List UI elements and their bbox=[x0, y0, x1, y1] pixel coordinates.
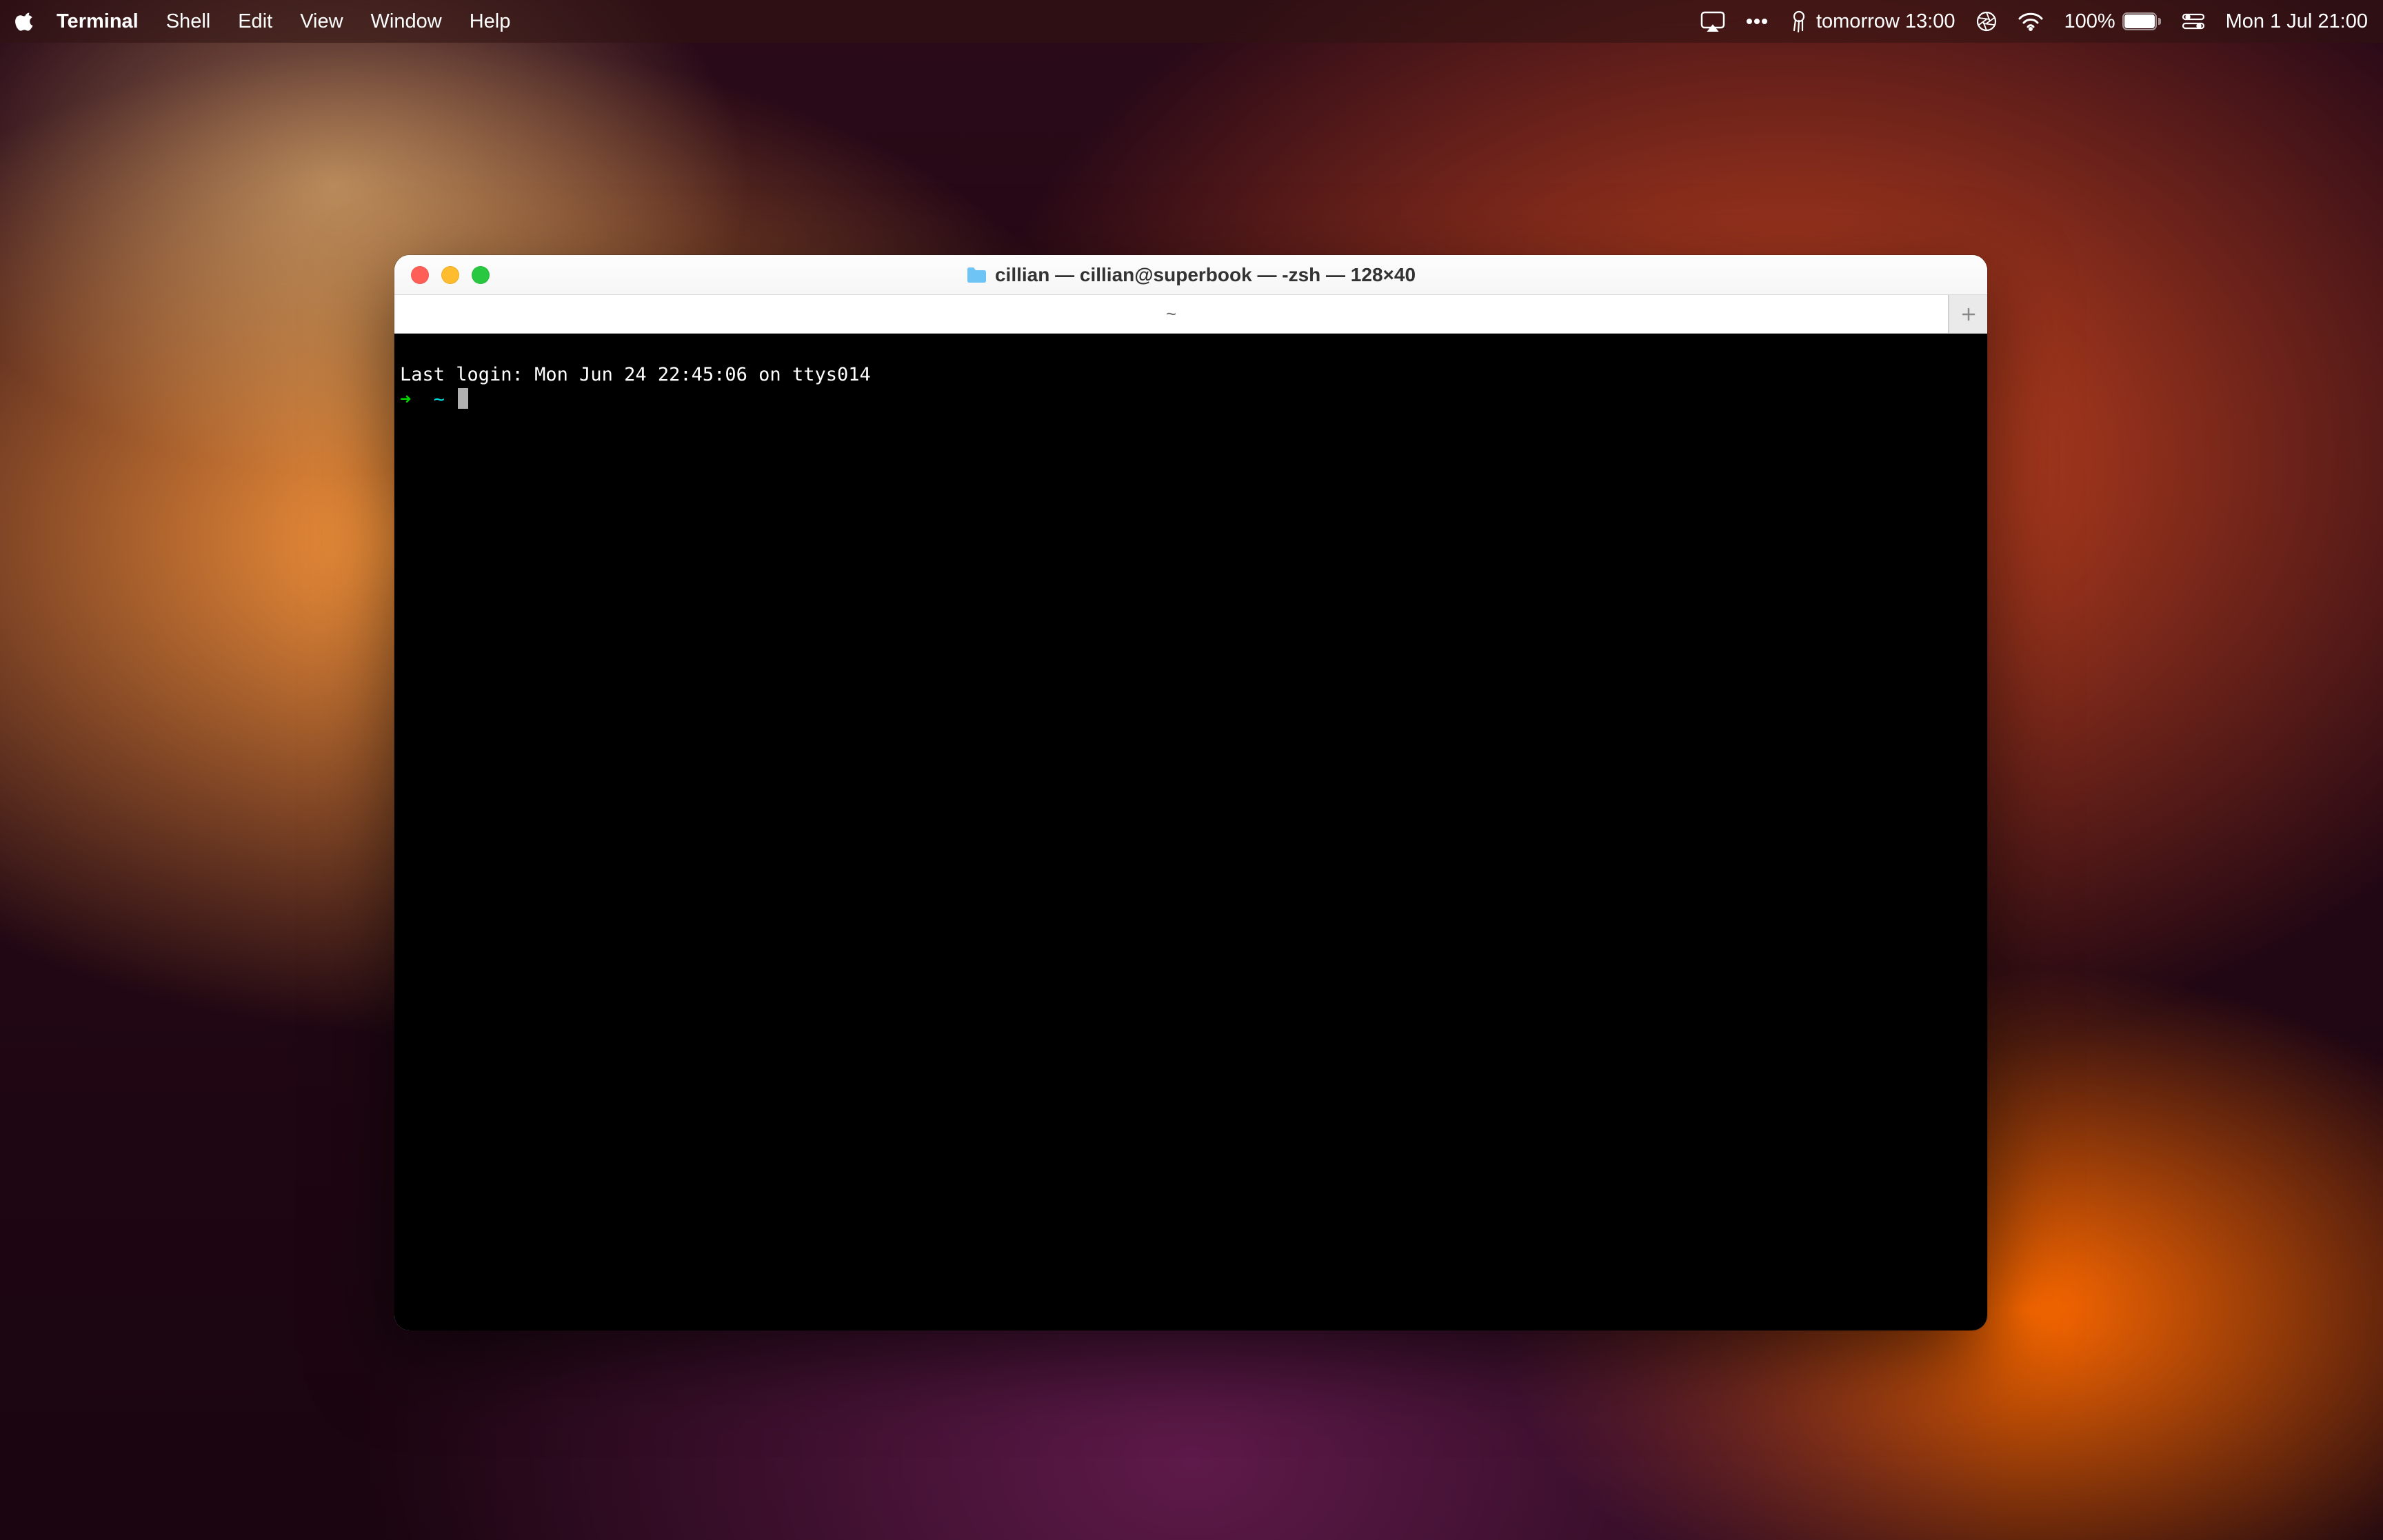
menubar-right: tomorrow 13:00 100% bbox=[1700, 10, 2368, 33]
control-center-icon[interactable] bbox=[2182, 12, 2205, 30]
screen-mirroring-icon[interactable] bbox=[1700, 11, 1725, 32]
terminal-window[interactable]: cillian — cillian@superbook — -zsh — 128… bbox=[394, 255, 1987, 1330]
zoom-button[interactable] bbox=[472, 266, 490, 284]
terminal-content[interactable]: Last login: Mon Jun 24 22:45:06 on ttys0… bbox=[394, 334, 1987, 1330]
minimize-button[interactable] bbox=[441, 266, 459, 284]
window-title-text: cillian — cillian@superbook — -zsh — 128… bbox=[995, 264, 1416, 286]
apple-menu[interactable] bbox=[15, 10, 43, 33]
menu-window[interactable]: Window bbox=[357, 0, 456, 43]
folder-icon bbox=[966, 267, 987, 283]
menu-help[interactable]: Help bbox=[456, 0, 525, 43]
menubar: Terminal Shell Edit View Window Help bbox=[0, 0, 2383, 43]
new-tab-button[interactable] bbox=[1949, 295, 1987, 333]
window-title: cillian — cillian@superbook — -zsh — 128… bbox=[966, 264, 1416, 286]
menubar-left: Terminal Shell Edit View Window Help bbox=[15, 0, 524, 43]
menu-shell[interactable]: Shell bbox=[152, 0, 225, 43]
prompt-line: ➜ ~ bbox=[400, 387, 1982, 412]
traffic-lights bbox=[411, 266, 490, 284]
battery-pct: 100% bbox=[2064, 10, 2115, 33]
tab-active[interactable]: ~ bbox=[394, 295, 1949, 333]
tab-label: ~ bbox=[1166, 303, 1176, 325]
close-button[interactable] bbox=[411, 266, 429, 284]
battery-icon bbox=[2122, 12, 2161, 30]
battery-status[interactable]: 100% bbox=[2064, 10, 2160, 33]
prompt-path: ~ bbox=[434, 389, 445, 410]
weather-status[interactable]: tomorrow 13:00 bbox=[1789, 10, 1955, 33]
weather-text: tomorrow 13:00 bbox=[1816, 10, 1955, 33]
camera-aperture-icon[interactable] bbox=[1975, 10, 1998, 32]
wifi-icon[interactable] bbox=[2018, 12, 2043, 31]
apple-logo-icon bbox=[15, 10, 33, 33]
terminal-cursor bbox=[458, 388, 468, 409]
window-titlebar[interactable]: cillian — cillian@superbook — -zsh — 128… bbox=[394, 255, 1987, 295]
last-login-line: Last login: Mon Jun 24 22:45:06 on ttys0… bbox=[400, 363, 1982, 387]
app-name-menu[interactable]: Terminal bbox=[43, 0, 152, 43]
overflow-icon[interactable] bbox=[1746, 18, 1768, 25]
plus-icon bbox=[1960, 306, 1977, 323]
weather-icon bbox=[1789, 10, 1809, 33]
tab-bar: ~ bbox=[394, 295, 1987, 334]
menu-edit[interactable]: Edit bbox=[224, 0, 286, 43]
menu-view[interactable]: View bbox=[286, 0, 356, 43]
menubar-clock[interactable]: Mon 1 Jul 21:00 bbox=[2226, 10, 2368, 33]
prompt-arrow: ➜ bbox=[400, 389, 411, 410]
